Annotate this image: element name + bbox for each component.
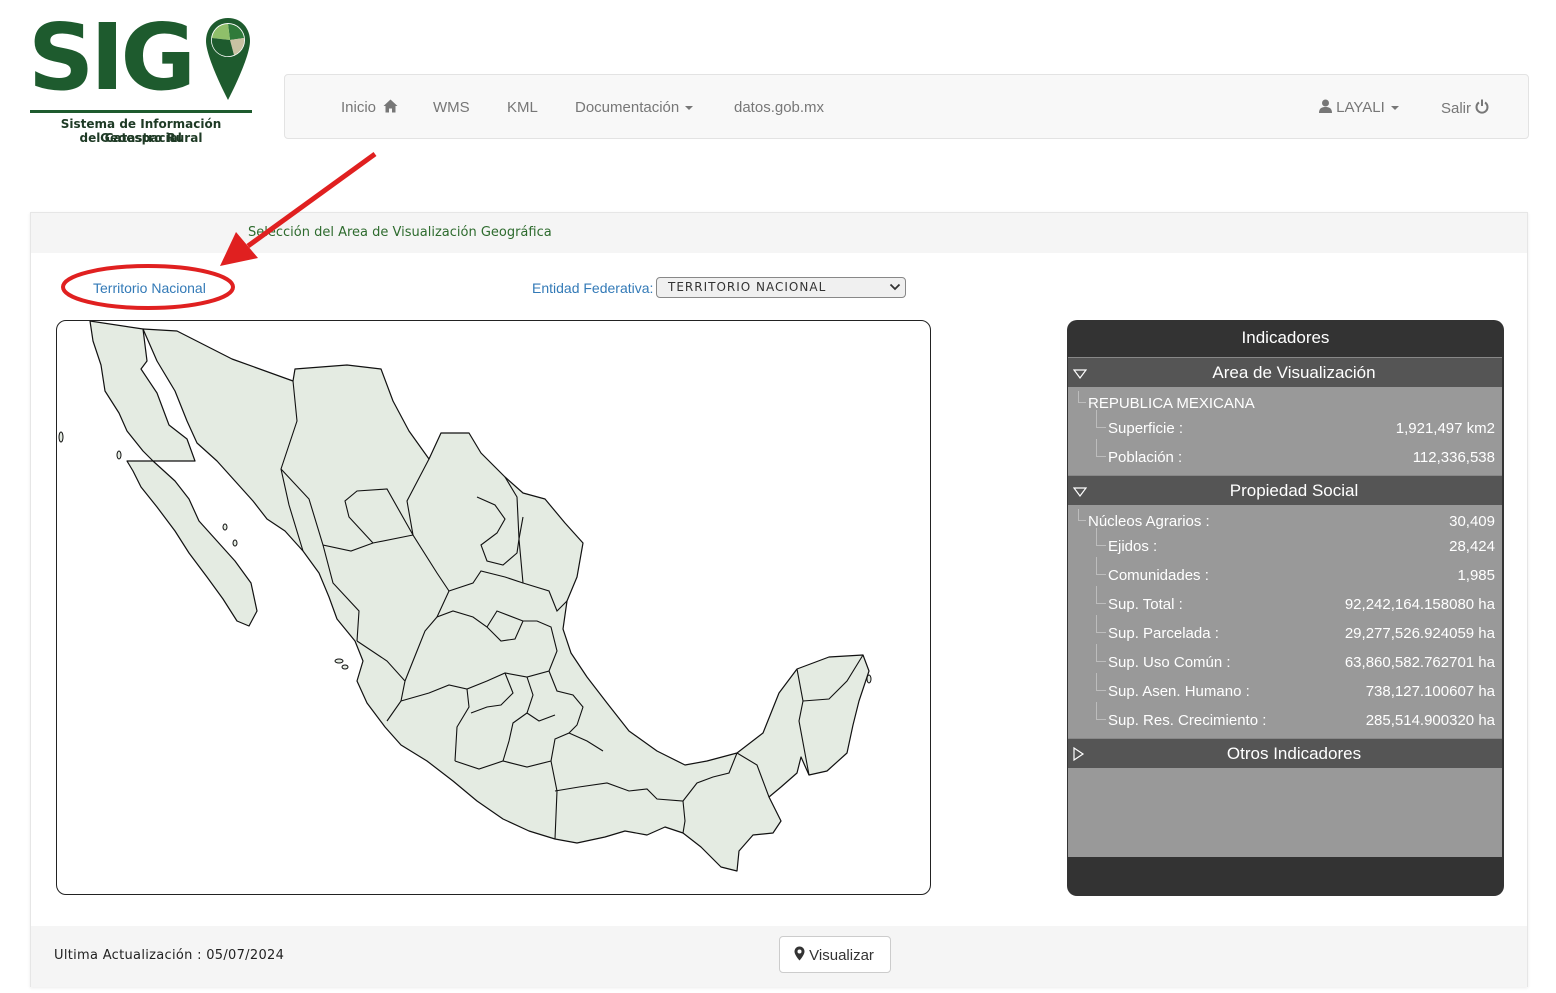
area-name-row: REPUBLICA MEXICANA (1068, 391, 1502, 417)
tree-connector (1096, 557, 1106, 575)
indicator-row: Ejidos : 28,424 (1068, 528, 1502, 560)
section-area-visualizacion[interactable]: Area de Visualización (1068, 357, 1502, 387)
logo-subtitle: del Catastro Rural (79, 131, 203, 145)
indicator-row: Comunidades : 1,985 (1068, 557, 1502, 589)
indicator-label: Comunidades : (1108, 567, 1209, 584)
indicator-row: Población : 112,336,538 (1068, 439, 1502, 471)
nav-documentacion-label: Documentación (575, 99, 680, 116)
indicator-label: Sup. Uso Común : (1108, 654, 1231, 671)
indicator-value: 29,277,526.924059 ha (1344, 625, 1495, 642)
indicator-row: Sup. Total : 92,242,164.158080 ha (1068, 586, 1502, 618)
section-label: Otros Indicadores (1226, 744, 1362, 763)
entidad-federativa-select[interactable]: TERRITORIO NACIONAL (656, 277, 906, 298)
indicator-label: Sup. Parcelada : (1108, 625, 1219, 642)
section-otros-indicadores[interactable]: Otros Indicadores (1068, 738, 1502, 768)
panel-footer: Ultima Actualización : 05/07/2024 Visual… (31, 926, 1527, 987)
indicadores-body: Area de Visualización REPUBLICA MEXICANA… (1068, 357, 1502, 857)
map-viewer[interactable] (56, 320, 931, 895)
nav-salir[interactable]: Salir (1441, 99, 1489, 117)
logo-text: SIG (28, 4, 196, 111)
nav-kml[interactable]: KML (507, 99, 538, 116)
indicadores-panel: Indicadores Area de Visualización REPUBL… (1067, 320, 1504, 896)
nav-user-label: LAYALI (1336, 99, 1385, 116)
tree-connector (1096, 673, 1106, 691)
visualizar-button[interactable]: Visualizar (779, 936, 891, 973)
tree-connector (1078, 509, 1086, 521)
indicator-value: 63,860,582.762701 ha (1344, 654, 1495, 671)
territorio-nacional-link[interactable]: Territorio Nacional (93, 280, 206, 296)
location-pin-logo-icon (206, 18, 250, 100)
power-icon (1475, 99, 1489, 114)
sig-logo: SIG Sistema de Información Geoespacial d… (28, 12, 254, 152)
indicator-label: Sup. Total : (1108, 596, 1183, 613)
caret-down-icon (1390, 106, 1399, 111)
indicator-value: 30,409 (1449, 513, 1495, 530)
nucleos-row: Núcleos Agrarios : 30,409 (1068, 509, 1502, 535)
tree-connector (1096, 586, 1106, 604)
tree-connector (1096, 644, 1106, 662)
tree-connector (1096, 410, 1106, 428)
chevron-down-icon (889, 283, 901, 291)
indicator-label: Superficie : (1108, 420, 1184, 437)
panel-header: Selección del Area de Visualización Geog… (31, 213, 1527, 253)
indicator-value: 285,514.900320 ha (1365, 712, 1495, 729)
indicator-value: 28,424 (1449, 538, 1495, 555)
indicadores-title: Indicadores (1241, 328, 1330, 347)
nav-inicio-label: Inicio (341, 99, 377, 116)
mexico-map[interactable] (57, 321, 931, 895)
indicator-value: 1,921,497 km2 (1395, 420, 1495, 437)
indicator-value: 738,127.100607 ha (1365, 683, 1495, 700)
indicator-value: 92,242,164.158080 ha (1344, 596, 1495, 613)
indicator-row: Sup. Uso Común : 63,860,582.762701 ha (1068, 644, 1502, 676)
navbar: Inicio WMS KML Documentación datos.gob.m… (284, 74, 1529, 139)
section-label: Propiedad Social (1229, 481, 1359, 500)
indicator-label: Sup. Res. Crecimiento : (1108, 712, 1267, 729)
tree-connector (1096, 528, 1106, 546)
nav-datos[interactable]: datos.gob.mx (734, 99, 824, 116)
indicator-label: Sup. Asen. Humano : (1108, 683, 1250, 700)
area-name: REPUBLICA MEXICANA (1088, 395, 1255, 412)
map-marker-icon (794, 946, 805, 961)
nav-user-menu[interactable]: LAYALI (1319, 99, 1399, 116)
map-state-baja-california-sur[interactable] (126, 460, 258, 627)
panel-title: Selección del Area de Visualización Geog… (248, 225, 552, 240)
section-propiedad-social[interactable]: Propiedad Social (1068, 475, 1502, 505)
home-icon (383, 99, 398, 113)
nav-wms[interactable]: WMS (433, 99, 470, 116)
indicator-row: Sup. Asen. Humano : 738,127.100607 ha (1068, 673, 1502, 705)
tree-connector (1096, 615, 1106, 633)
section-label: Area de Visualización (1212, 363, 1376, 382)
indicator-value: 112,336,538 (1412, 449, 1495, 466)
main-panel: Selección del Area de Visualización Geog… (30, 212, 1528, 987)
entidad-selected-value: TERRITORIO NACIONAL (668, 280, 827, 294)
indicator-row: Superficie : 1,921,497 km2 (1068, 410, 1502, 442)
indicator-row: Sup. Parcelada : 29,277,526.924059 ha (1068, 615, 1502, 647)
indicator-value: 1,985 (1457, 567, 1495, 584)
nav-salir-label: Salir (1441, 100, 1472, 117)
nav-documentacion[interactable]: Documentación (575, 99, 694, 116)
user-icon (1319, 99, 1332, 113)
visualizar-label: Visualizar (809, 947, 874, 964)
indicator-label: Ejidos : (1108, 538, 1158, 555)
caret-down-icon (685, 106, 694, 111)
nav-inicio[interactable]: Inicio (341, 99, 398, 116)
indicator-row: Sup. Res. Crecimiento : 285,514.900320 h… (1068, 702, 1502, 734)
last-update-text: Ultima Actualización : 05/07/2024 (54, 948, 285, 963)
indicator-label: Núcleos Agrarios : (1088, 513, 1210, 530)
logo-divider (30, 110, 252, 113)
indicator-label: Población : (1108, 449, 1183, 466)
tree-connector (1096, 439, 1106, 457)
tree-connector (1096, 702, 1106, 720)
entidad-federativa-label: Entidad Federativa: (532, 280, 654, 296)
tree-connector (1078, 391, 1086, 403)
